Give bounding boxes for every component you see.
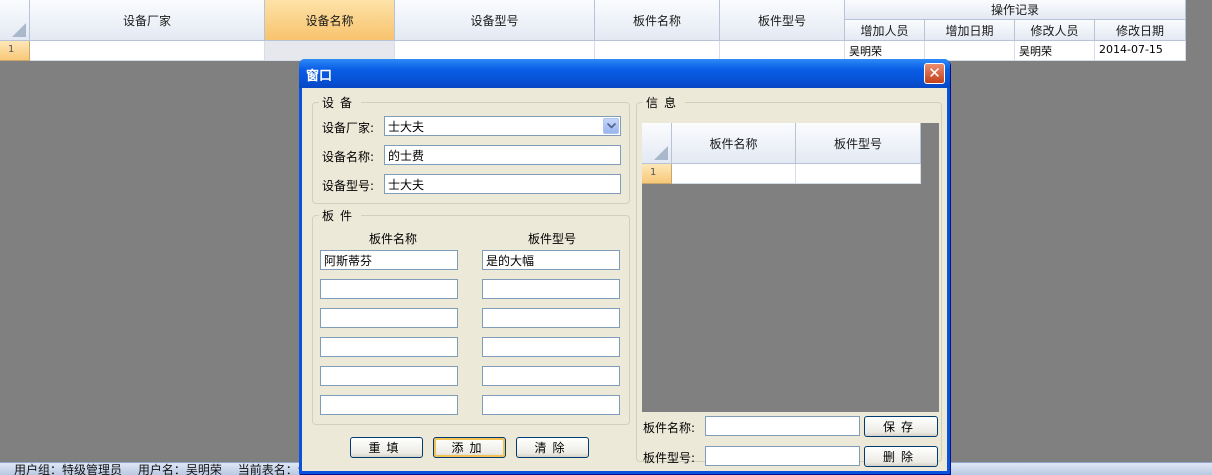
info-row-header[interactable]: 1 [642, 164, 672, 184]
cell-add-person[interactable]: 吴明荣 [845, 41, 925, 61]
board-name-input-3[interactable] [320, 308, 458, 328]
info-board-name-input[interactable] [705, 416, 860, 436]
close-button[interactable]: ✕ [924, 63, 945, 84]
board-model-column-header: 板件型号 [527, 232, 576, 246]
edit-dialog: 窗口 ✕ 设备 设备厂家: 士大夫 设备名称: 设备型号: 板件 板件名称 板件… [299, 59, 950, 474]
save-button[interactable]: 保存 [864, 416, 938, 437]
dialog-body: 设备 设备厂家: 士大夫 设备名称: 设备型号: 板件 板件名称 板件型号 [302, 88, 947, 471]
delete-button[interactable]: 删除 [864, 446, 938, 467]
info-board-model-input[interactable] [705, 446, 860, 466]
board-model-input-5[interactable] [482, 366, 620, 386]
col-header-modify-person[interactable]: 修改人员 [1015, 20, 1095, 41]
device-model-label: 设备型号: [322, 179, 375, 193]
info-group: 信息 板件名称 板件型号 1 板件名称: 保存 板件型号: 删除 [636, 94, 942, 467]
info-col-header-board-name[interactable]: 板件名称 [672, 123, 796, 164]
col-header-board-name[interactable]: 板件名称 [595, 0, 720, 41]
info-cell-board-model[interactable] [796, 164, 921, 184]
status-user-group: 用户组：特级管理员 [14, 463, 123, 475]
board-group: 板件 板件名称 板件型号 [312, 207, 630, 425]
device-model-input[interactable] [384, 174, 621, 194]
vendor-combobox-value: 士大夫 [388, 120, 425, 134]
col-header-add-date[interactable]: 增加日期 [925, 20, 1015, 41]
dialog-title: 窗口 [306, 69, 333, 84]
col-header-device-name[interactable]: 设备名称 [265, 0, 395, 41]
board-name-input-6[interactable] [320, 395, 458, 415]
chevron-down-icon[interactable] [603, 118, 619, 134]
info-board-name-label: 板件名称: [643, 421, 696, 435]
board-model-input-6[interactable] [482, 395, 620, 415]
col-header-modify-date[interactable]: 修改日期 [1095, 20, 1186, 41]
board-name-input-1[interactable] [320, 250, 458, 270]
cell-board-model[interactable] [720, 41, 845, 61]
reset-button[interactable]: 重填 [350, 437, 423, 458]
cell-modify-date[interactable]: 2014-07-15 [1095, 41, 1186, 61]
cell-vendor[interactable] [30, 41, 265, 61]
vendor-combobox[interactable]: 士大夫 [384, 116, 621, 136]
board-name-input-4[interactable] [320, 337, 458, 357]
info-col-header-board-model[interactable]: 板件型号 [796, 123, 921, 164]
device-group-legend: 设备 [322, 96, 359, 110]
board-group-legend: 板件 [322, 209, 359, 223]
device-group: 设备 设备厂家: 士大夫 设备名称: 设备型号: [312, 94, 630, 204]
col-header-board-model[interactable]: 板件型号 [720, 0, 845, 41]
info-cell-board-name[interactable] [672, 164, 796, 184]
corner-triangle-icon [654, 146, 668, 160]
info-board-model-label: 板件型号: [643, 451, 696, 465]
cell-device-name[interactable] [265, 41, 395, 61]
info-group-legend: 信息 [646, 96, 683, 110]
col-header-add-person[interactable]: 增加人员 [845, 20, 925, 41]
group-header-operation-log: 操作记录 [845, 0, 1186, 20]
status-user-name: 用户名：吴明荣 [137, 463, 222, 475]
dialog-title-bar[interactable]: 窗口 ✕ [299, 59, 950, 88]
device-name-label: 设备名称: [322, 150, 375, 164]
board-model-input-4[interactable] [482, 337, 620, 357]
board-name-column-header: 板件名称 [368, 232, 417, 246]
board-model-input-2[interactable] [482, 279, 620, 299]
vendor-label: 设备厂家: [322, 121, 375, 135]
clear-button[interactable]: 清除 [516, 437, 589, 458]
info-data-grid[interactable]: 板件名称 板件型号 1 [642, 123, 939, 412]
device-name-input[interactable] [384, 145, 621, 165]
board-model-input-3[interactable] [482, 308, 620, 328]
board-name-input-2[interactable] [320, 279, 458, 299]
col-header-device-model[interactable]: 设备型号 [395, 0, 595, 41]
col-header-vendor[interactable]: 设备厂家 [30, 0, 265, 41]
board-model-input-1[interactable] [482, 250, 620, 270]
cell-board-name[interactable] [595, 41, 720, 61]
row-header[interactable]: 1 [0, 41, 30, 61]
main-data-grid[interactable]: 设备厂家 设备名称 设备型号 板件名称 板件型号 操作记录 增加人员 增加日期 … [0, 0, 1186, 61]
board-name-input-5[interactable] [320, 366, 458, 386]
cell-add-date[interactable] [925, 41, 1015, 61]
add-button[interactable]: 添加 [433, 437, 506, 458]
cell-device-model[interactable] [395, 41, 595, 61]
grid-corner-select-all[interactable] [0, 0, 30, 41]
close-icon: ✕ [928, 64, 941, 82]
cell-modify-person[interactable]: 吴明荣 [1015, 41, 1095, 61]
corner-triangle-icon [12, 23, 26, 37]
info-grid-corner[interactable] [642, 123, 672, 164]
